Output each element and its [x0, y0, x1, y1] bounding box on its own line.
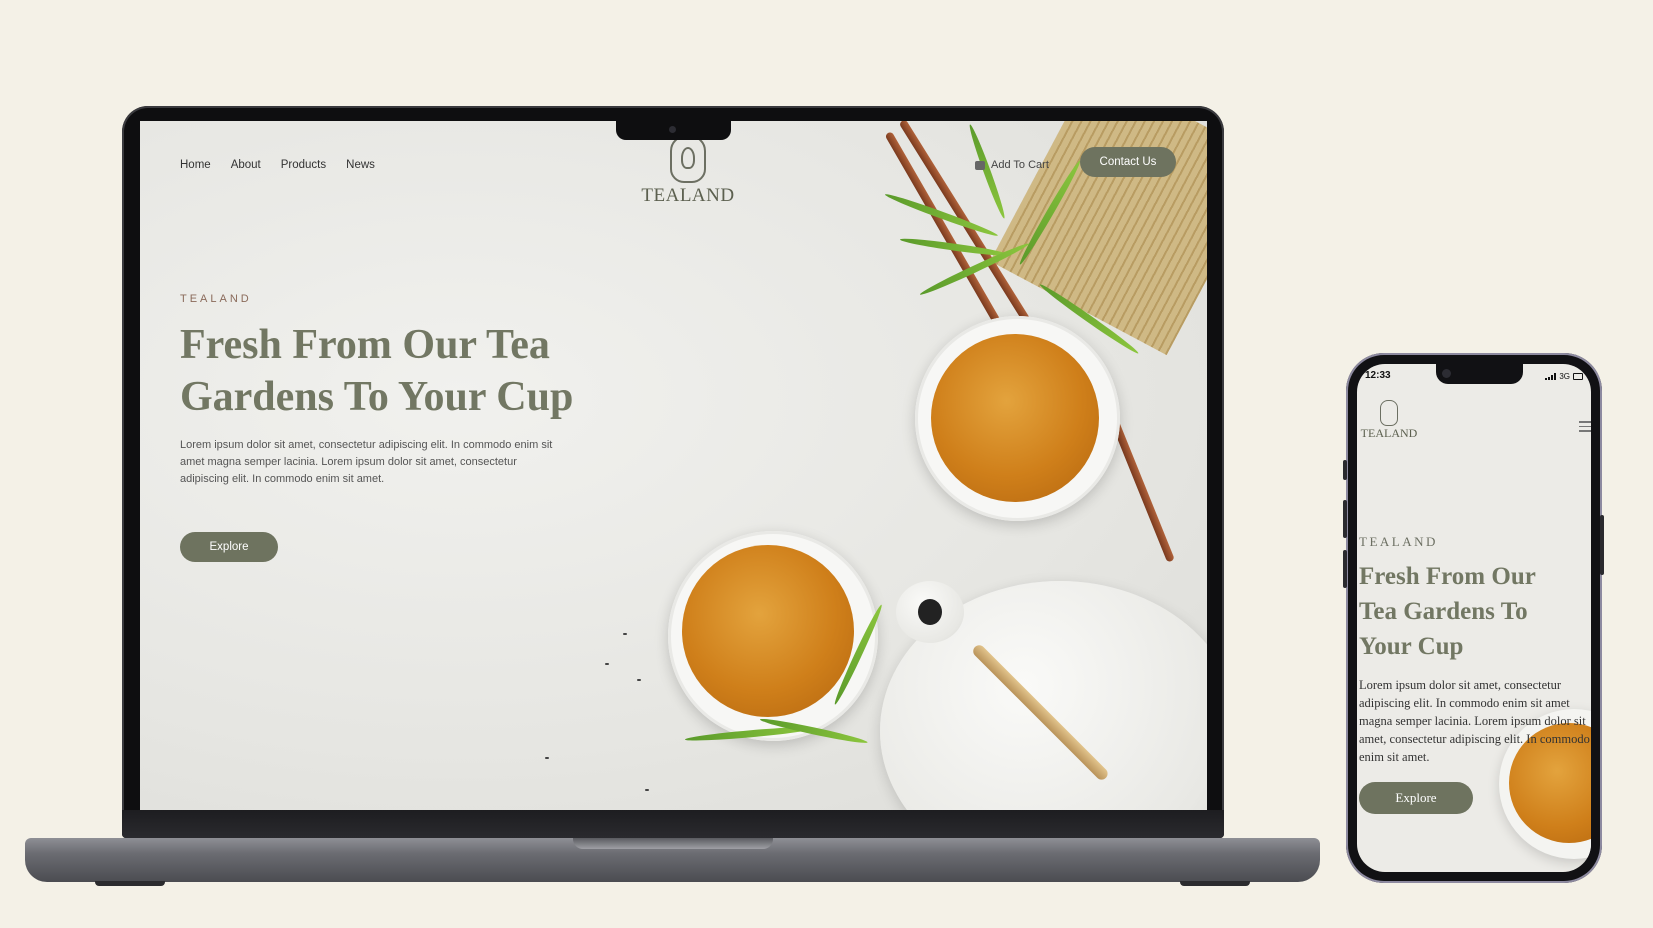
status-time: 12:33: [1365, 370, 1391, 381]
cart-icon: [975, 160, 985, 170]
phone-side-button: [1600, 515, 1604, 575]
tea-leaf-speck: [637, 679, 641, 681]
tealand-logo-icon: [670, 135, 706, 183]
brand-logo[interactable]: TEALAND: [628, 135, 748, 207]
hero-body: Lorem ipsum dolor sit amet, consectetur …: [180, 439, 553, 485]
add-to-cart-link[interactable]: Add To Cart: [975, 159, 1049, 171]
brand-name: TEALAND: [1360, 426, 1418, 440]
hero-eyebrow: TEALAND: [1359, 534, 1438, 549]
hero-eyebrow: TEALAND: [180, 293, 252, 305]
laptop-notch: [616, 121, 731, 140]
explore-button[interactable]: Explore: [1359, 782, 1473, 814]
signal-icon: [1545, 373, 1557, 380]
tea-cup-image: [915, 316, 1120, 521]
main-nav: Home About Products News: [180, 159, 375, 171]
nav-home-link[interactable]: Home: [180, 159, 211, 171]
phone-side-button: [1343, 500, 1347, 538]
battery-icon: [1573, 373, 1583, 380]
phone-notch: [1436, 364, 1523, 384]
brand-name: TEALAND: [641, 185, 735, 206]
status-bar-right: 3G: [1545, 372, 1583, 381]
cart-label: Add To Cart: [991, 159, 1049, 171]
teapot-spout-image: [896, 581, 964, 643]
nav-products-link[interactable]: Products: [281, 159, 326, 171]
hero-body: Lorem ipsum dolor sit amet, consectetur …: [1359, 678, 1590, 764]
hero-title: Fresh From Our Tea Gardens To Your Cup: [1359, 563, 1536, 660]
tea-leaf-speck: [605, 663, 609, 665]
tea-leaf-speck: [623, 633, 627, 635]
network-label: 3G: [1559, 372, 1570, 381]
hamburger-menu-icon[interactable]: [1579, 418, 1591, 435]
nav-news-link[interactable]: News: [346, 159, 375, 171]
contact-us-button[interactable]: Contact Us: [1080, 147, 1176, 177]
tea-cup-image: [668, 531, 878, 741]
brand-logo[interactable]: TEALAND: [1359, 400, 1419, 441]
phone-side-button: [1343, 460, 1347, 480]
hero-title: Fresh From Our Tea Gardens To Your Cup: [180, 322, 574, 420]
tea-leaf-speck: [545, 757, 549, 759]
camera-icon: [669, 126, 676, 133]
tea-leaf-speck: [645, 789, 649, 791]
leaf-image: [966, 123, 1008, 220]
tealand-logo-icon: [1380, 400, 1398, 426]
mobile-site: 12:33 3G TEALAND TEALAND Fresh From Our …: [1357, 364, 1591, 872]
desktop-site: Home About Products News TEALAND Add To …: [140, 121, 1207, 810]
nav-about-link[interactable]: About: [231, 159, 261, 171]
explore-button[interactable]: Explore: [180, 532, 278, 562]
camera-icon: [1442, 369, 1451, 378]
laptop-base: [25, 838, 1320, 886]
phone-side-button: [1343, 550, 1347, 588]
laptop-chin: [122, 810, 1224, 838]
